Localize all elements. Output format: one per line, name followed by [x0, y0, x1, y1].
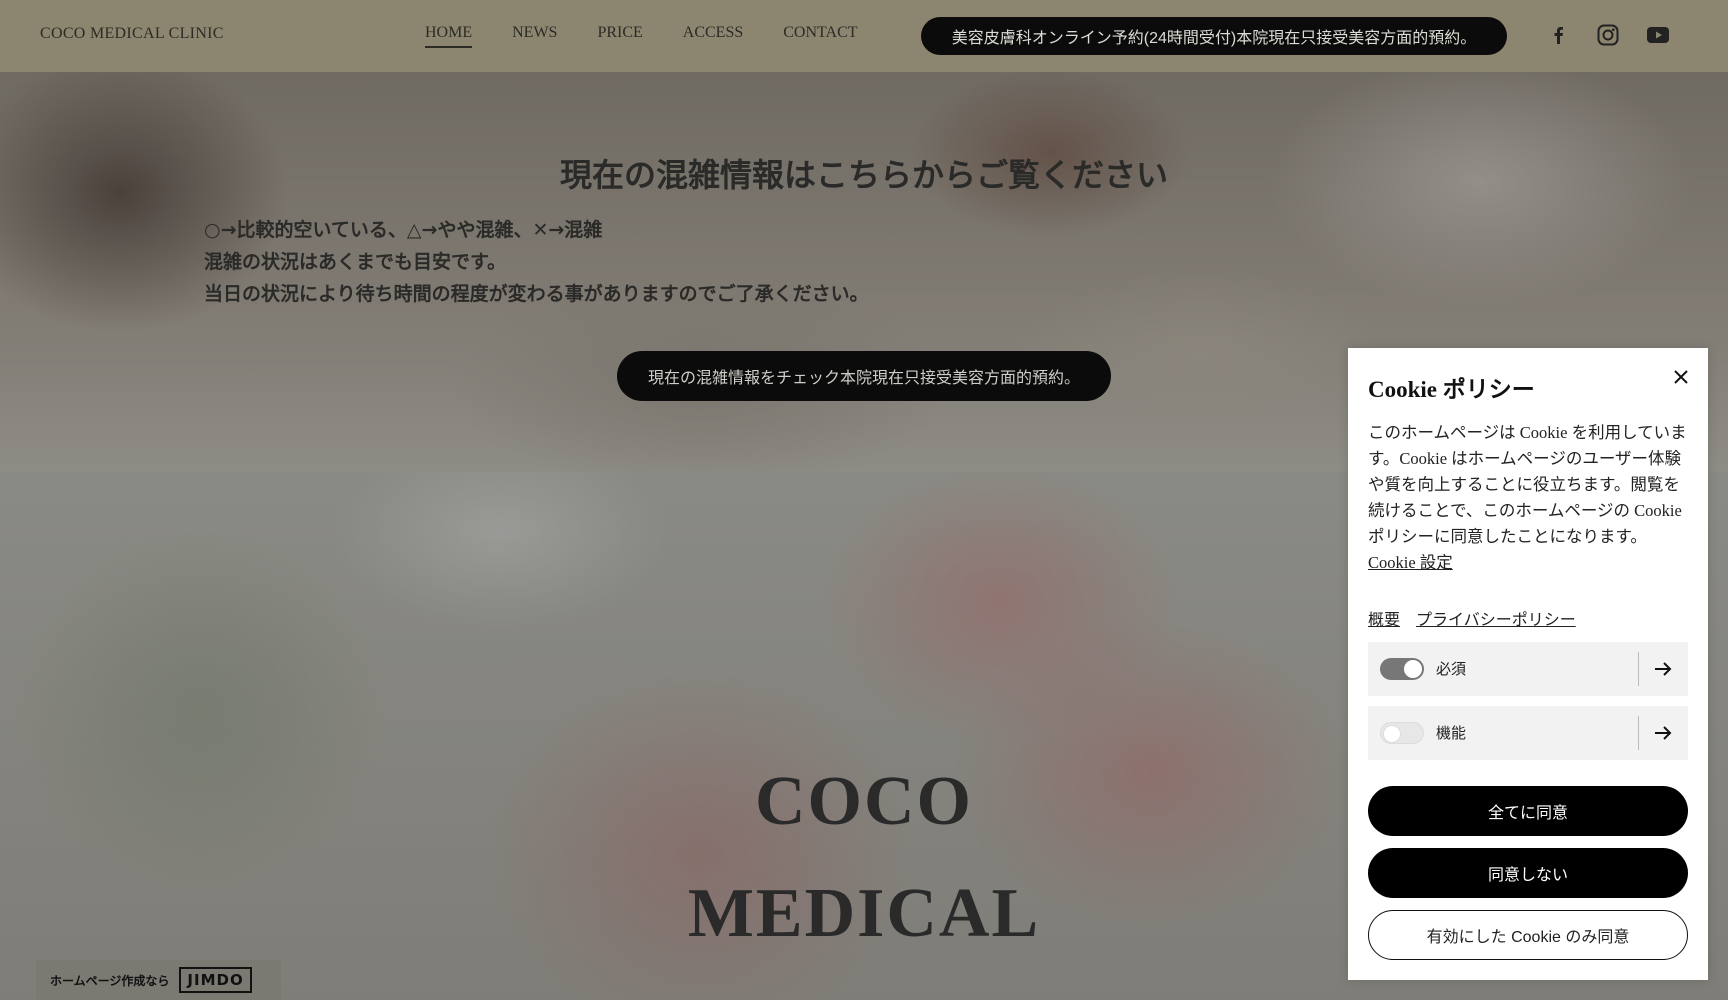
congestion-line: ○→比較的空いている、△→やや混雑、✕→混雑: [204, 219, 603, 241]
close-icon[interactable]: [1668, 364, 1694, 390]
nav-item-access[interactable]: ACCESS: [683, 24, 743, 48]
youtube-icon[interactable]: [1645, 22, 1671, 48]
facebook-icon[interactable]: [1545, 22, 1571, 48]
toggle-knob: [1383, 725, 1401, 743]
cookie-panel-title: Cookie ポリシー: [1368, 377, 1535, 402]
site-header: COCO MEDICAL CLINIC HOME NEWS PRICE ACCE…: [0, 0, 1728, 72]
jimdo-text: ホームページ作成なら: [50, 973, 170, 988]
cookie-links: 概要 プライバシーポリシー: [1368, 606, 1576, 630]
congestion-description: ○→比較的空いている、△→やや混雑、✕→混雑 混雑の状況はあくまでも目安です。 …: [204, 214, 869, 310]
online-reservation-button[interactable]: 美容皮膚科オンライン予約(24時間受付)本院現在只接受美容方面的預約。: [921, 17, 1507, 55]
cookie-body-text: このホームページは Cookie を利用しています。Cookie はホームページ…: [1368, 423, 1687, 546]
instagram-icon[interactable]: [1595, 22, 1621, 48]
congestion-line: 混雑の状況はあくまでも目安です。: [204, 251, 507, 273]
category-label: 機能: [1436, 724, 1467, 742]
nav-item-contact[interactable]: CONTACT: [783, 24, 857, 48]
congestion-line: 当日の状況により待ち時間の程度が変わる事がありますのでご了承ください。: [204, 283, 869, 305]
category-label: 必須: [1436, 660, 1467, 678]
arrow-right-icon[interactable]: [1650, 720, 1676, 746]
site-logo[interactable]: COCO MEDICAL CLINIC: [40, 25, 224, 43]
accept-all-button[interactable]: 全てに同意: [1368, 786, 1688, 836]
check-congestion-button[interactable]: 現在の混雑情報をチェック本院現在只接受美容方面的預約。: [617, 351, 1111, 401]
nav-item-home[interactable]: HOME: [425, 24, 473, 48]
toggle-knob: [1404, 660, 1422, 678]
cookie-category-functional: 機能: [1368, 706, 1688, 760]
congestion-title: 現在の混雑情報はこちらからご覧ください: [559, 156, 1168, 194]
jimdo-logo: JIMDO: [179, 967, 252, 993]
main-nav: HOME NEWS PRICE ACCESS CONTACT: [425, 24, 858, 48]
cookie-policy-panel: Cookie ポリシー このホームページは Cookie を利用しています。Co…: [1348, 348, 1708, 980]
divider: [1638, 716, 1639, 750]
nav-item-price[interactable]: PRICE: [597, 24, 642, 48]
overview-link[interactable]: 概要: [1368, 606, 1400, 630]
arrow-right-icon[interactable]: [1650, 656, 1676, 682]
cookie-category-required: 必須: [1368, 642, 1688, 696]
cookie-settings-link[interactable]: Cookie 設定: [1368, 553, 1453, 572]
required-toggle[interactable]: [1380, 658, 1424, 680]
cookie-panel-body: このホームページは Cookie を利用しています。Cookie はホームページ…: [1368, 420, 1690, 576]
jimdo-badge[interactable]: ホームページ作成なら JIMDO: [36, 960, 281, 1000]
nav-item-news[interactable]: NEWS: [512, 24, 557, 48]
decline-button[interactable]: 同意しない: [1368, 848, 1688, 898]
accept-enabled-button[interactable]: 有効にした Cookie のみ同意: [1368, 910, 1688, 960]
privacy-policy-link[interactable]: プライバシーポリシー: [1416, 606, 1576, 630]
functional-toggle[interactable]: [1380, 722, 1424, 744]
divider: [1638, 652, 1639, 686]
